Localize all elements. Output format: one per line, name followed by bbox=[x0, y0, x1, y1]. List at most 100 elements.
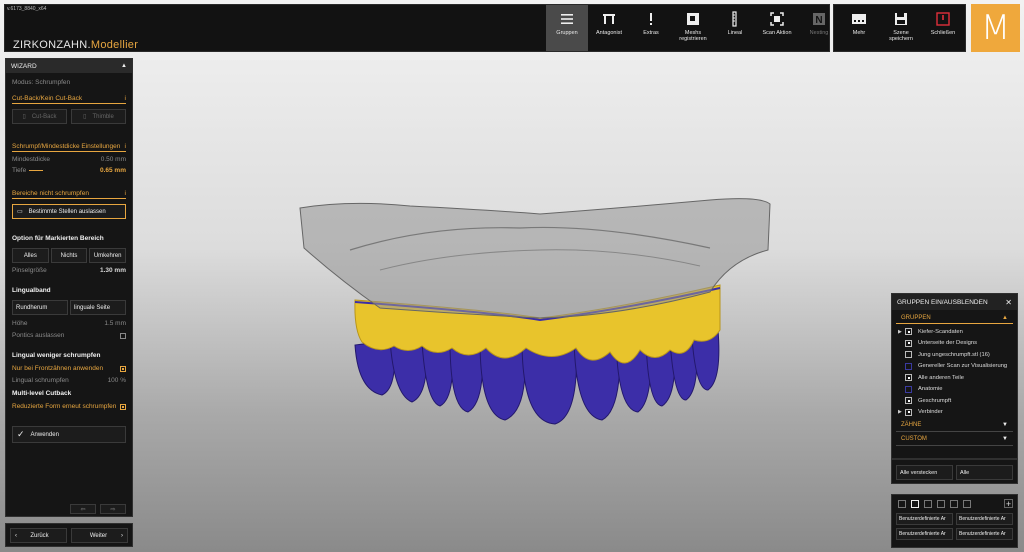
front-only-label: Nur bei Frontzähnen anwenden bbox=[12, 365, 104, 372]
depth-slider[interactable] bbox=[29, 170, 44, 171]
round-button[interactable]: Rundherum bbox=[12, 300, 68, 315]
pontics-checkbox[interactable] bbox=[120, 332, 126, 339]
expand-arrow-icon[interactable]: ▶ bbox=[898, 409, 905, 415]
lingual-title: Lingualband bbox=[12, 287, 126, 294]
extras-label: Extras bbox=[643, 30, 659, 36]
group-checkbox[interactable] bbox=[905, 351, 912, 359]
custom-group-button[interactable]: Benutzerdefinierte Ar bbox=[956, 528, 1013, 540]
option-title-label: Option für Markierten Bereich bbox=[12, 235, 104, 242]
show-all-button[interactable]: Alle bbox=[956, 465, 1013, 480]
wizard-panel: WIZARD ▲ Modus: Schrumpfen Cut-Back/Kein… bbox=[5, 58, 133, 517]
group-item[interactable]: Unterseite der Designs bbox=[892, 338, 1017, 350]
swatch[interactable] bbox=[963, 499, 971, 508]
mehr-button[interactable]: Mehr bbox=[838, 5, 880, 51]
group-checkbox[interactable] bbox=[905, 408, 912, 416]
pontics-row[interactable]: Pontics auslassen bbox=[12, 332, 126, 339]
chevron-left-icon: ‹ bbox=[15, 532, 17, 539]
invert-button[interactable]: Umkehren bbox=[89, 248, 127, 263]
undo-button[interactable]: ⇦ bbox=[70, 504, 96, 514]
meshs-registrieren-button[interactable]: Meshs registrieren bbox=[672, 5, 714, 51]
custom-group-button[interactable]: Benutzerdefinierte Ar bbox=[956, 513, 1013, 525]
swatch[interactable] bbox=[898, 499, 906, 508]
group-checkbox[interactable] bbox=[905, 339, 912, 347]
back-button[interactable]: ‹ Zurück bbox=[10, 528, 67, 543]
groups-section[interactable]: GRUPPEN ▲ bbox=[896, 312, 1013, 324]
collapse-up-icon[interactable]: ▲ bbox=[1002, 315, 1008, 321]
next-button[interactable]: Weiter › bbox=[71, 528, 128, 543]
custom-group-button[interactable]: Benutzerdefinierte Ar bbox=[896, 528, 953, 540]
height-row[interactable]: Höhe 1.5 mm bbox=[12, 320, 126, 327]
teeth-label: ZÄHNE bbox=[901, 421, 922, 428]
group-checkbox[interactable] bbox=[905, 397, 912, 405]
add-icon[interactable]: + bbox=[1004, 499, 1013, 509]
lingual-side-button[interactable]: linguale Seite bbox=[70, 300, 126, 315]
custom-group-button[interactable]: Benutzerdefinierte Ar bbox=[896, 513, 953, 525]
cut-back-label: Cut-Back bbox=[31, 113, 57, 120]
group-item[interactable]: Anatomie bbox=[892, 384, 1017, 396]
top-bar: v.6173_8840_x64 ZIRKONZAHN.Modellier Gru… bbox=[4, 4, 830, 52]
lingual-shrink-row[interactable]: Lingual schrumpfen 100 % bbox=[12, 377, 126, 384]
apply-button[interactable]: ✓ Anwenden bbox=[12, 426, 126, 443]
scan-icon bbox=[770, 12, 784, 26]
swatch[interactable] bbox=[911, 499, 919, 508]
swatch[interactable] bbox=[950, 499, 958, 508]
group-item[interactable]: Jung ungeschrumpft.stl (16) bbox=[892, 349, 1017, 361]
ruler-icon bbox=[732, 11, 737, 27]
group-checkbox[interactable] bbox=[905, 385, 912, 393]
expand-arrow-icon[interactable]: ▶ bbox=[898, 329, 905, 335]
info-icon[interactable]: i bbox=[125, 190, 126, 197]
gruppen-button[interactable]: Gruppen bbox=[546, 5, 588, 51]
front-only-checkbox[interactable] bbox=[120, 365, 126, 372]
wizard-nav: ‹ Zurück Weiter › bbox=[5, 523, 133, 547]
scan-aktion-button[interactable]: Scan Aktion bbox=[756, 5, 798, 51]
front-only-row[interactable]: Nur bei Frontzähnen anwenden bbox=[12, 365, 126, 372]
thimble-label: Thimble bbox=[92, 113, 114, 120]
redo-button[interactable]: ⇨ bbox=[100, 504, 126, 514]
group-item[interactable]: Genereller Scan zur Visualisierung bbox=[892, 361, 1017, 373]
reduce-row[interactable]: Reduzierte Form erneut schrumpfen bbox=[12, 403, 126, 410]
brush-size-row[interactable]: Pinselgröße 1.30 mm bbox=[12, 267, 126, 274]
app-logo: M bbox=[971, 4, 1020, 52]
chevron-down-icon[interactable]: ▼ bbox=[1002, 422, 1008, 428]
mesh-icon bbox=[687, 13, 699, 25]
group-item[interactable]: ▶ Kiefer-Scandaten bbox=[892, 326, 1017, 338]
3d-viewport[interactable] bbox=[290, 190, 790, 430]
chevron-down-icon[interactable]: ▼ bbox=[1002, 436, 1008, 442]
collapse-up-icon[interactable]: ▲ bbox=[121, 63, 127, 69]
group-checkbox[interactable] bbox=[905, 362, 912, 370]
group-item[interactable]: Alle anderen Teile bbox=[892, 372, 1017, 384]
thimble-button[interactable]: ▯ Thimble bbox=[71, 109, 126, 124]
group-checkbox[interactable] bbox=[905, 328, 912, 336]
group-checkbox[interactable] bbox=[905, 374, 912, 382]
swatch[interactable] bbox=[924, 499, 932, 508]
group-item[interactable]: Geschrumpft bbox=[892, 395, 1017, 407]
custom-section[interactable]: CUSTOM ▼ bbox=[896, 432, 1013, 446]
close-icon[interactable]: ✕ bbox=[1005, 298, 1012, 307]
szene-speichern-button[interactable]: Szene speichern bbox=[880, 5, 922, 51]
thimble-icon: ▯ bbox=[83, 114, 87, 120]
groups-panel: GRUPPEN EIN/AUSBLENDEN ✕ GRUPPEN ▲ ▶ Kiefe… bbox=[891, 293, 1018, 459]
lingual-less-label: Lingual weniger schrumpfen bbox=[12, 352, 101, 359]
reduce-checkbox[interactable] bbox=[120, 403, 126, 410]
visibility-actions: Alle verstecken Alle bbox=[891, 459, 1018, 484]
cut-back-button[interactable]: ▯ Cut-Back bbox=[12, 109, 67, 124]
groups-list: ▶ Kiefer-Scandaten Unterseite der Designs… bbox=[892, 324, 1017, 418]
teeth-section[interactable]: ZÄHNE ▼ bbox=[896, 418, 1013, 432]
lineal-button[interactable]: Lineal bbox=[714, 5, 756, 51]
none-button[interactable]: Nichts bbox=[50, 248, 88, 263]
schliessen-button[interactable]: Schließen bbox=[922, 5, 964, 51]
swatch[interactable] bbox=[937, 499, 945, 508]
info-icon[interactable]: i bbox=[125, 143, 126, 150]
exclude-areas-button[interactable]: ▭ Bestimmte Stellen auslassen bbox=[12, 204, 126, 219]
all-button[interactable]: Alles bbox=[12, 248, 49, 263]
antagonist-button[interactable]: Antagonist bbox=[588, 5, 630, 51]
info-icon[interactable]: i bbox=[125, 95, 126, 102]
min-thickness-row[interactable]: Mindestdicke 0.50 mm bbox=[12, 156, 126, 163]
wizard-header[interactable]: WIZARD ▲ bbox=[6, 59, 132, 73]
lineal-label: Lineal bbox=[727, 30, 743, 36]
group-item[interactable]: ▶ Verbinder bbox=[892, 407, 1017, 419]
hide-all-button[interactable]: Alle verstecken bbox=[896, 465, 953, 480]
depth-row[interactable]: Tiefe 0.65 mm bbox=[12, 167, 126, 174]
extras-button[interactable]: Extras bbox=[630, 5, 672, 51]
none-label: Nichts bbox=[60, 252, 78, 259]
